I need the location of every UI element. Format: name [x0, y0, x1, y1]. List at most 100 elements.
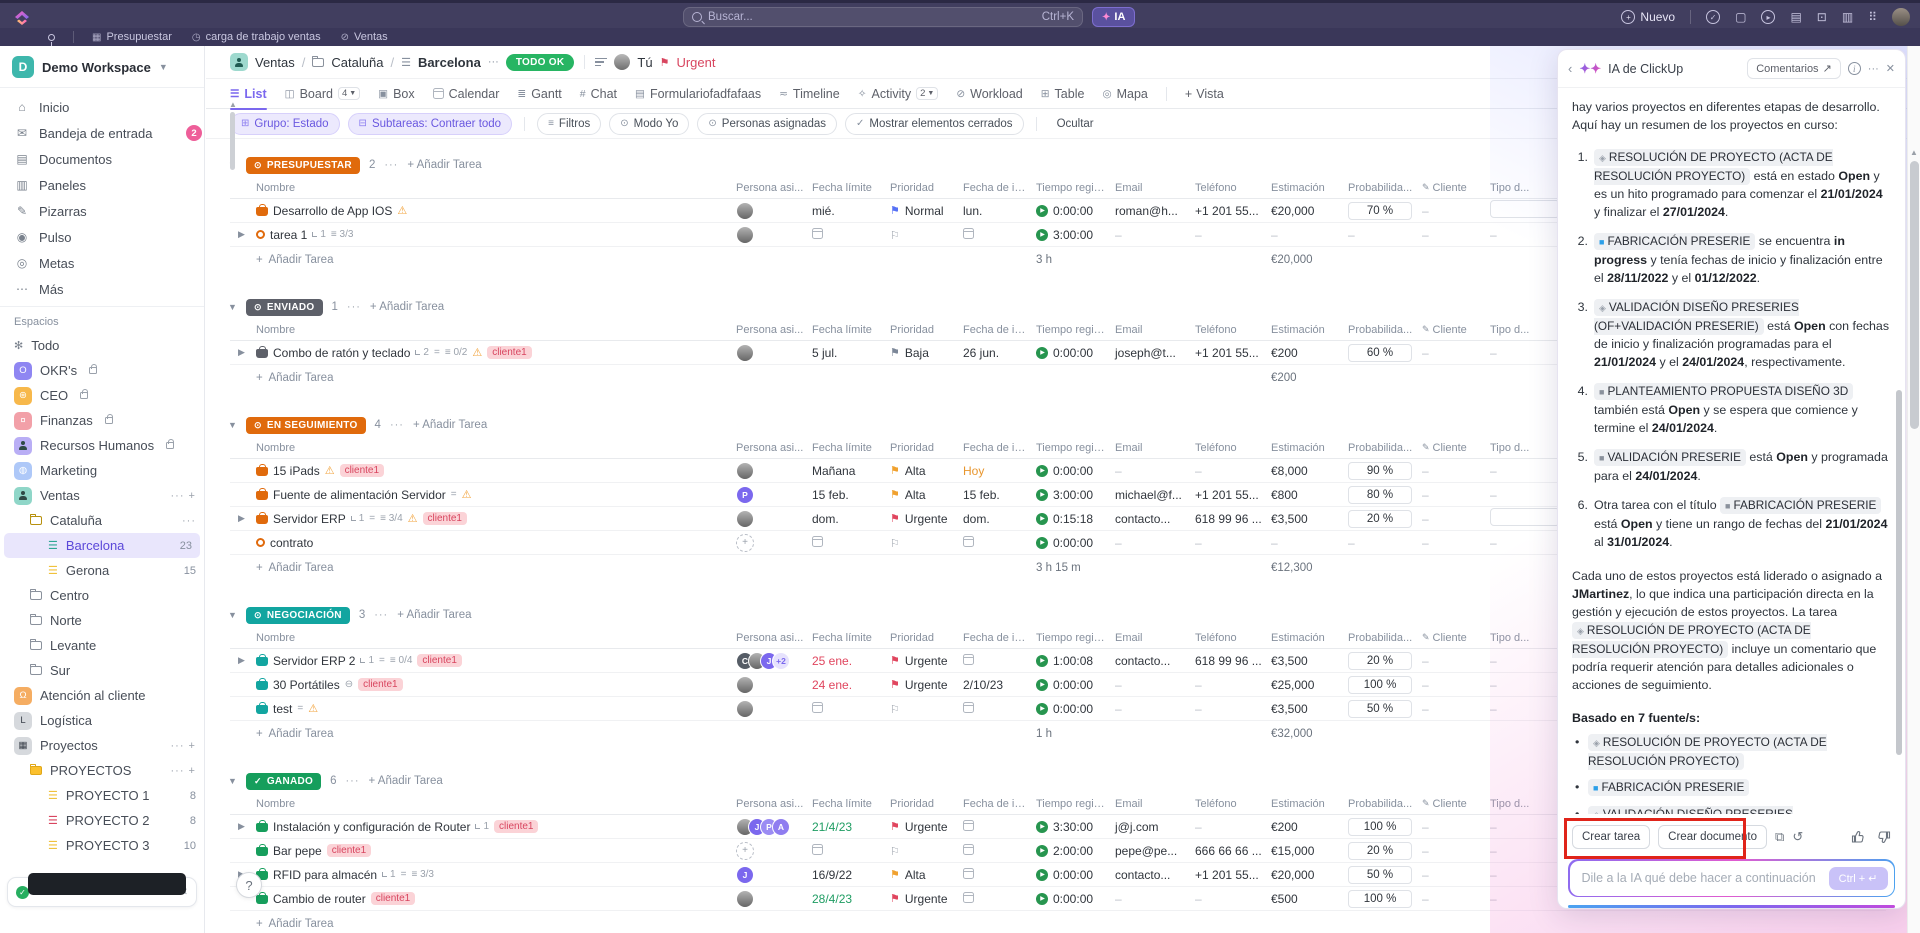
task-name[interactable]: Servidor ERP — [273, 512, 346, 526]
close-icon[interactable]: ✕ — [1886, 62, 1895, 75]
add-task-button[interactable]: + Añadir Tarea — [256, 562, 333, 574]
probability-cell[interactable]: 20 % — [1348, 841, 1422, 860]
column-header[interactable]: Teléfono — [1195, 798, 1271, 810]
ai-button[interactable]: ✦ IA — [1092, 7, 1136, 27]
item-actions[interactable]: ··· + — [171, 740, 196, 752]
probability-cell[interactable]: 50 % — [1348, 699, 1422, 718]
start-date-cell[interactable]: dom. — [963, 512, 1036, 526]
due-date-cell[interactable]: 16/9/22 — [812, 868, 890, 882]
avatar[interactable] — [736, 889, 754, 908]
priority-cell[interactable]: ⚑ Urgente — [890, 678, 963, 692]
expand-icon[interactable]: ▶ — [238, 347, 245, 358]
probability-cell[interactable]: 80 % — [1348, 485, 1422, 504]
cliente-cell[interactable]: – — [1422, 464, 1490, 478]
doc-icon[interactable]: ▥ — [1842, 11, 1853, 23]
column-header[interactable]: Nombre — [230, 324, 736, 336]
time-tracked-cell[interactable]: ▶ 0:15:18 — [1036, 512, 1115, 526]
probability-cell[interactable]: 100 % — [1348, 675, 1422, 694]
global-search[interactable]: Ctrl+K — [683, 7, 1083, 27]
column-header[interactable]: ✎ Cliente — [1422, 182, 1490, 194]
add-view-button[interactable]: + Vista — [1185, 87, 1224, 101]
sidebar-item-pizarras[interactable]: ✎ Pizarras — [0, 198, 204, 224]
due-date-cell[interactable]: 21/4/23 — [812, 820, 890, 834]
create-task-button[interactable]: Crear tarea — [1572, 825, 1651, 849]
column-header[interactable]: ✎ Cliente — [1422, 632, 1490, 644]
status-badge[interactable]: ✓ GANADO — [246, 772, 322, 790]
column-header[interactable]: Prioridad — [890, 798, 963, 810]
task-name[interactable]: Desarrollo de App IOS — [273, 204, 392, 218]
column-header[interactable]: Probabilida... — [1348, 442, 1422, 454]
column-header[interactable]: Probabilida... — [1348, 632, 1422, 644]
column-header[interactable]: Prioridad — [890, 324, 963, 336]
sidebar-item-paneles[interactable]: ▥ Paneles — [0, 172, 204, 198]
status-badge[interactable]: ⊙ ENVIADO — [246, 298, 323, 316]
email-cell[interactable]: – — [1115, 228, 1195, 242]
task-name[interactable]: Fuente de alimentación Servidor — [273, 488, 446, 502]
thumbs-down-icon[interactable] — [1877, 830, 1891, 844]
cliente-cell[interactable]: – — [1422, 512, 1490, 526]
phone-cell[interactable]: – — [1195, 820, 1271, 834]
phone-cell[interactable]: – — [1195, 702, 1271, 716]
due-date-cell[interactable] — [812, 843, 890, 858]
estimate-cell[interactable]: – — [1271, 228, 1348, 242]
task-chip[interactable]: ■ FABRICACIÓN PRESERIE — [1594, 233, 1756, 250]
task-name[interactable]: Instalación y configuración de Router — [273, 820, 470, 834]
estimate-cell[interactable]: €800 — [1271, 488, 1348, 502]
avatar[interactable] — [736, 343, 754, 362]
you-avatar[interactable] — [614, 54, 631, 70]
breadcrumb-space[interactable]: Ventas — [255, 55, 295, 70]
scroll-up-icon[interactable]: ▲ — [1908, 148, 1920, 157]
sidebar-item-norte[interactable]: Norte — [0, 608, 204, 633]
more-icon[interactable]: ··· — [1868, 63, 1879, 75]
column-header[interactable]: Tiempo registr... — [1036, 798, 1115, 810]
status-badge[interactable]: ⊙ NEGOCIACIÓN — [246, 606, 350, 624]
estimate-cell[interactable]: €8,000 — [1271, 464, 1348, 478]
task-type-icon[interactable] — [256, 512, 268, 524]
filter-pill[interactable]: ⊞ Grupo: Estado — [230, 112, 340, 135]
task-chip[interactable]: ■ VALIDACIÓN PRESERIE — [1594, 449, 1746, 466]
column-header[interactable]: Fecha de ini... — [963, 798, 1036, 810]
cliente-cell[interactable]: – — [1422, 820, 1490, 834]
regenerate-icon[interactable]: ↺ — [1792, 829, 1803, 845]
phone-cell[interactable]: 618 99 96 ... — [1195, 512, 1271, 526]
sidebar-item-documentos[interactable]: ▤ Documentos — [0, 146, 204, 172]
breadcrumb-list[interactable]: Barcelona — [418, 55, 481, 70]
priority-cell[interactable]: ⚐ — [890, 844, 963, 858]
tab-workload[interactable]: ⊘ Workload — [956, 79, 1022, 109]
probability-cell[interactable]: 50 % — [1348, 865, 1422, 884]
estimate-cell[interactable]: €3,500 — [1271, 512, 1348, 526]
column-header[interactable]: Teléfono — [1195, 632, 1271, 644]
add-task-button[interactable]: + Añadir Tarea — [256, 372, 333, 384]
tasks-check-icon[interactable]: ✓ — [1706, 10, 1721, 24]
cliente-cell[interactable]: – — [1422, 346, 1490, 360]
favorite-item[interactable]: ▦ Presupuestar — [92, 31, 172, 43]
breadcrumb-folder[interactable]: Cataluña — [331, 55, 383, 70]
phone-cell[interactable]: +1 201 55... — [1195, 488, 1271, 502]
tab-activity[interactable]: ✧ Activity 2 ▼ — [858, 79, 939, 109]
hide-button[interactable]: Ocultar — [1057, 118, 1094, 130]
tag-cliente1[interactable]: cliente1 — [417, 654, 462, 667]
source-item[interactable]: ◈RESOLUCIÓN DE PROYECTO (ACTA DE RESOLUC… — [1572, 733, 1889, 770]
status-badge[interactable]: TODO OK — [505, 53, 575, 71]
sidebar-item-sur[interactable]: Sur — [0, 658, 204, 683]
ai-input[interactable]: Ctrl + ↵ — [1568, 859, 1895, 897]
column-header[interactable]: Fecha de ini... — [963, 182, 1036, 194]
timer-play-icon[interactable]: ▸ — [1761, 10, 1776, 24]
probability-cell[interactable]: 100 % — [1348, 889, 1422, 908]
avatar[interactable] — [736, 225, 754, 244]
column-header[interactable]: Tiempo registr... — [1036, 442, 1115, 454]
time-tracked-cell[interactable]: ▶ 0:00:00 — [1036, 204, 1115, 218]
collapse-icon[interactable]: ▼ — [228, 776, 237, 786]
column-header[interactable]: Fecha límite — [812, 442, 890, 454]
assignees-cell[interactable] — [736, 675, 812, 694]
help-button[interactable]: ? — [236, 872, 262, 898]
probability-cell[interactable]: 60 % — [1348, 343, 1422, 362]
start-date-cell[interactable]: 2/10/23 — [963, 678, 1036, 692]
priority-cell[interactable]: ⚑ Urgente — [890, 892, 963, 906]
add-task-button[interactable]: + Añadir Tarea — [397, 609, 471, 621]
window-scrollbar[interactable]: ▲ — [1907, 46, 1920, 933]
column-header[interactable]: Nombre — [230, 182, 736, 194]
probability-cell[interactable]: 90 % — [1348, 461, 1422, 480]
time-tracked-cell[interactable]: ▶ 0:00:00 — [1036, 464, 1115, 478]
column-header[interactable]: Teléfono — [1195, 182, 1271, 194]
